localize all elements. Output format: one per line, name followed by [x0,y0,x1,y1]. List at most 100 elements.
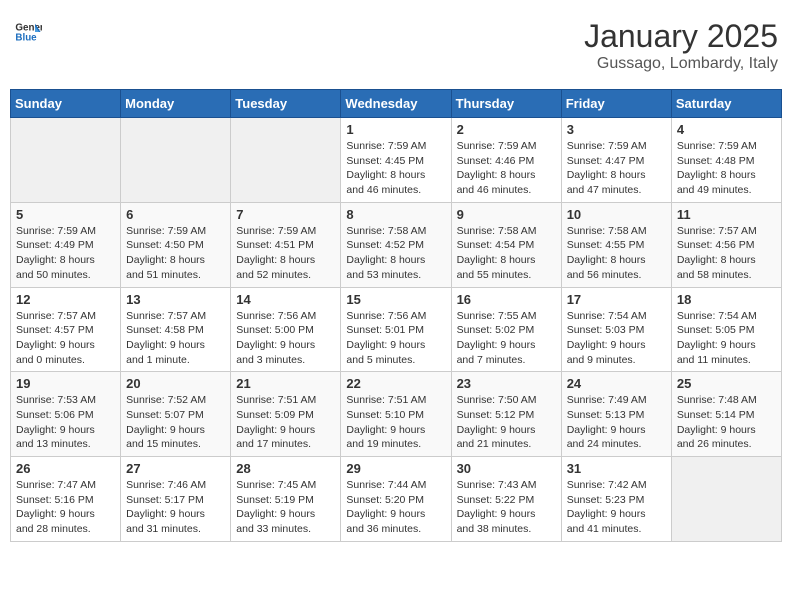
calendar-day-1: 1Sunrise: 7:59 AM Sunset: 4:45 PM Daylig… [341,118,451,203]
title-area: January 2025 Gussago, Lombardy, Italy [584,18,778,73]
day-number: 9 [457,207,556,222]
day-number: 3 [567,122,666,137]
calendar-day-27: 27 Sunrise: 7:46 AM Sunset: 5:17 PM Dayli… [121,457,231,542]
calendar-day-31: 31 Sunrise: 7:42 AM Sunset: 5:23 PM Dayli… [561,457,671,542]
day-info: Sunrise: 7:50 AM Sunset: 5:12 PM Dayligh… [457,393,556,452]
day-info: Sunrise: 7:57 AM Sunset: 4:56 PM Dayligh… [677,224,776,283]
calendar-table: SundayMondayTuesdayWednesdayThursdayFrid… [10,89,782,542]
calendar-day-13: 13 Sunrise: 7:57 AM Sunset: 4:58 PM Dayli… [121,287,231,372]
calendar-day-23: 23 Sunrise: 7:50 AM Sunset: 5:12 PM Dayli… [451,372,561,457]
calendar-day-15: 15Sunrise: 7:56 AM Sunset: 5:01 PM Dayli… [341,287,451,372]
day-number: 8 [346,207,445,222]
day-number: 7 [236,207,335,222]
day-info: Sunrise: 7:55 AM Sunset: 5:02 PM Dayligh… [457,309,556,368]
day-number: 19 [16,376,115,391]
day-number: 17 [567,292,666,307]
calendar-day-21: 21Sunrise: 7:51 AM Sunset: 5:09 PM Dayli… [231,372,341,457]
weekday-header-saturday: Saturday [671,90,781,118]
day-number: 24 [567,376,666,391]
day-number: 10 [567,207,666,222]
calendar-day-empty [671,457,781,542]
calendar-day-14: 14 Sunrise: 7:56 AM Sunset: 5:00 PM Dayli… [231,287,341,372]
calendar-day-19: 19Sunrise: 7:53 AM Sunset: 5:06 PM Dayli… [11,372,121,457]
page-header: General Blue January 2025 Gussago, Lomba… [10,10,782,81]
weekday-header-sunday: Sunday [11,90,121,118]
calendar-day-20: 20Sunrise: 7:52 AM Sunset: 5:07 PM Dayli… [121,372,231,457]
calendar-week-row: 12 Sunrise: 7:57 AM Sunset: 4:57 PM Dayli… [11,287,782,372]
day-info: Sunrise: 7:58 AM Sunset: 4:55 PM Dayligh… [567,224,666,283]
calendar-day-16: 16 Sunrise: 7:55 AM Sunset: 5:02 PM Dayli… [451,287,561,372]
calendar-day-empty [231,118,341,203]
day-info: Sunrise: 7:59 AM Sunset: 4:46 PM Dayligh… [457,139,556,198]
day-number: 22 [346,376,445,391]
day-number: 12 [16,292,115,307]
calendar-day-empty [11,118,121,203]
day-number: 4 [677,122,776,137]
day-info: Sunrise: 7:52 AM Sunset: 5:07 PM Dayligh… [126,393,225,452]
calendar-day-26: 26 Sunrise: 7:47 AM Sunset: 5:16 PM Dayli… [11,457,121,542]
day-number: 23 [457,376,556,391]
day-number: 16 [457,292,556,307]
calendar-day-7: 7Sunrise: 7:59 AM Sunset: 4:51 PM Daylig… [231,202,341,287]
day-info: Sunrise: 7:51 AM Sunset: 5:10 PM Dayligh… [346,393,445,452]
day-info: Sunrise: 7:58 AM Sunset: 4:54 PM Dayligh… [457,224,556,283]
day-info: Sunrise: 7:48 AM Sunset: 5:14 PM Dayligh… [677,393,776,452]
day-number: 31 [567,461,666,476]
day-number: 30 [457,461,556,476]
weekday-header-thursday: Thursday [451,90,561,118]
calendar-day-empty [121,118,231,203]
day-info: Sunrise: 7:47 AM Sunset: 5:16 PM Dayligh… [16,478,115,537]
calendar-day-10: 10 Sunrise: 7:58 AM Sunset: 4:55 PM Dayli… [561,202,671,287]
day-info: Sunrise: 7:57 AM Sunset: 4:57 PM Dayligh… [16,309,115,368]
weekday-header-tuesday: Tuesday [231,90,341,118]
day-number: 28 [236,461,335,476]
day-info: Sunrise: 7:42 AM Sunset: 5:23 PM Dayligh… [567,478,666,537]
calendar-week-row: 26 Sunrise: 7:47 AM Sunset: 5:16 PM Dayli… [11,457,782,542]
weekday-header-row: SundayMondayTuesdayWednesdayThursdayFrid… [11,90,782,118]
calendar-day-28: 28 Sunrise: 7:45 AM Sunset: 5:19 PM Dayli… [231,457,341,542]
day-number: 2 [457,122,556,137]
calendar-day-29: 29Sunrise: 7:44 AM Sunset: 5:20 PM Dayli… [341,457,451,542]
logo: General Blue [14,18,42,46]
weekday-header-wednesday: Wednesday [341,90,451,118]
calendar-day-24: 24 Sunrise: 7:49 AM Sunset: 5:13 PM Dayli… [561,372,671,457]
day-number: 13 [126,292,225,307]
day-number: 14 [236,292,335,307]
calendar-day-3: 3 Sunrise: 7:59 AM Sunset: 4:47 PM Daylig… [561,118,671,203]
day-number: 27 [126,461,225,476]
day-info: Sunrise: 7:57 AM Sunset: 4:58 PM Dayligh… [126,309,225,368]
day-number: 25 [677,376,776,391]
logo-icon: General Blue [14,18,42,46]
day-info: Sunrise: 7:49 AM Sunset: 5:13 PM Dayligh… [567,393,666,452]
day-number: 26 [16,461,115,476]
weekday-header-monday: Monday [121,90,231,118]
day-info: Sunrise: 7:54 AM Sunset: 5:05 PM Dayligh… [677,309,776,368]
calendar-day-22: 22 Sunrise: 7:51 AM Sunset: 5:10 PM Dayli… [341,372,451,457]
calendar-day-2: 2 Sunrise: 7:59 AM Sunset: 4:46 PM Daylig… [451,118,561,203]
day-info: Sunrise: 7:43 AM Sunset: 5:22 PM Dayligh… [457,478,556,537]
calendar-day-18: 18Sunrise: 7:54 AM Sunset: 5:05 PM Dayli… [671,287,781,372]
calendar-day-8: 8 Sunrise: 7:58 AM Sunset: 4:52 PM Daylig… [341,202,451,287]
day-info: Sunrise: 7:59 AM Sunset: 4:47 PM Dayligh… [567,139,666,198]
day-info: Sunrise: 7:46 AM Sunset: 5:17 PM Dayligh… [126,478,225,537]
calendar-day-5: 5 Sunrise: 7:59 AM Sunset: 4:49 PM Daylig… [11,202,121,287]
calendar-day-6: 6Sunrise: 7:59 AM Sunset: 4:50 PM Daylig… [121,202,231,287]
svg-text:Blue: Blue [15,32,37,43]
day-info: Sunrise: 7:58 AM Sunset: 4:52 PM Dayligh… [346,224,445,283]
day-info: Sunrise: 7:59 AM Sunset: 4:45 PM Dayligh… [346,139,445,198]
calendar-week-row: 1Sunrise: 7:59 AM Sunset: 4:45 PM Daylig… [11,118,782,203]
day-info: Sunrise: 7:45 AM Sunset: 5:19 PM Dayligh… [236,478,335,537]
calendar-day-12: 12 Sunrise: 7:57 AM Sunset: 4:57 PM Dayli… [11,287,121,372]
calendar-day-9: 9 Sunrise: 7:58 AM Sunset: 4:54 PM Daylig… [451,202,561,287]
calendar-week-row: 5 Sunrise: 7:59 AM Sunset: 4:49 PM Daylig… [11,202,782,287]
calendar-day-4: 4Sunrise: 7:59 AM Sunset: 4:48 PM Daylig… [671,118,781,203]
calendar-week-row: 19Sunrise: 7:53 AM Sunset: 5:06 PM Dayli… [11,372,782,457]
day-number: 11 [677,207,776,222]
day-info: Sunrise: 7:59 AM Sunset: 4:49 PM Dayligh… [16,224,115,283]
day-info: Sunrise: 7:56 AM Sunset: 5:00 PM Dayligh… [236,309,335,368]
day-number: 5 [16,207,115,222]
calendar-day-11: 11 Sunrise: 7:57 AM Sunset: 4:56 PM Dayli… [671,202,781,287]
calendar-day-17: 17Sunrise: 7:54 AM Sunset: 5:03 PM Dayli… [561,287,671,372]
calendar-day-25: 25 Sunrise: 7:48 AM Sunset: 5:14 PM Dayli… [671,372,781,457]
location-subtitle: Gussago, Lombardy, Italy [584,55,778,73]
